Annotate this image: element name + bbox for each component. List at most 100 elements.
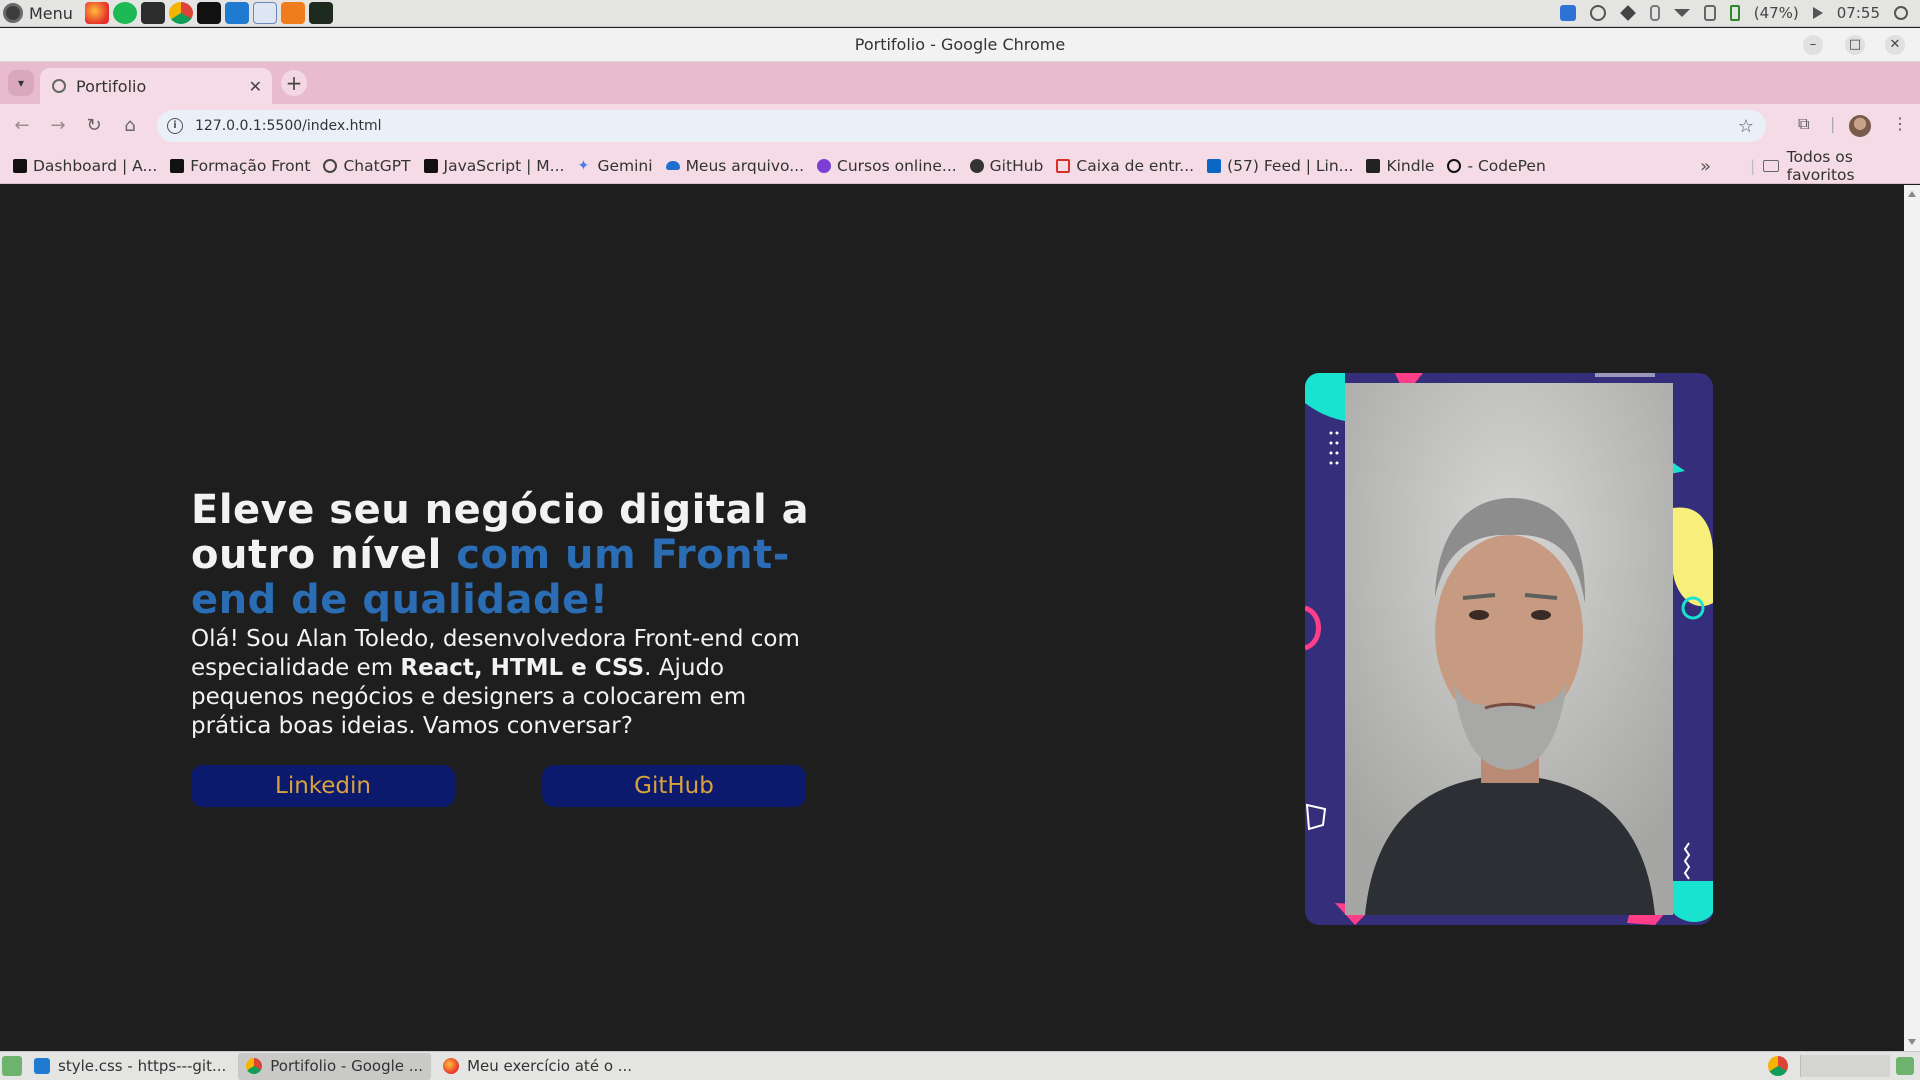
linkedin-icon <box>1207 158 1222 173</box>
workspace-switcher[interactable] <box>1800 1055 1890 1077</box>
bookmark-item[interactable]: Formação Front <box>170 157 310 175</box>
menu-label: Menu <box>29 3 73 23</box>
bookmark-label: JavaScript | M... <box>443 156 565 175</box>
hero-intro: Olá! Sou Alan Toledo, desenvolvedora Fro… <box>191 625 801 741</box>
clock[interactable]: 07:55 <box>1837 4 1880 22</box>
globe-icon <box>52 79 66 93</box>
portrait-illustration <box>1345 383 1673 915</box>
show-desktop-icon[interactable] <box>2 1056 22 1076</box>
all-bookmarks-label: Todos os favoritos <box>1786 148 1855 184</box>
power-icon[interactable] <box>1894 6 1908 20</box>
scroll-down-icon[interactable] <box>1908 1039 1916 1045</box>
spotify-icon[interactable] <box>112 2 137 24</box>
system-top-panel: Menu (47%) 07:55 <box>0 0 1920 27</box>
hero-headline: Eleve seu negócio digital a outro nível … <box>191 488 831 623</box>
bluetooth-icon[interactable] <box>1649 5 1660 21</box>
amazon-icon <box>13 158 27 173</box>
vscode-icon[interactable] <box>224 2 249 24</box>
profile-avatar[interactable] <box>1849 115 1871 137</box>
bookmarks-bar: Dashboard | A... Formação Front ChatGPT … <box>0 148 1920 184</box>
tab-portifolio[interactable]: Portifolio ✕ <box>40 68 272 104</box>
accessibility-icon[interactable] <box>1559 5 1576 21</box>
github-button[interactable]: GitHub <box>542 765 806 807</box>
gmail-icon <box>1056 158 1071 173</box>
scroll-up-icon[interactable] <box>1908 191 1916 197</box>
more-bookmarks-icon[interactable]: » <box>1700 156 1711 177</box>
codepen-icon <box>1447 158 1462 173</box>
bookmark-star-icon[interactable]: ☆ <box>1738 116 1754 137</box>
bookmark-label: Cursos online... <box>837 156 957 175</box>
teal-bottom-shape <box>1673 881 1713 922</box>
url-text[interactable]: 127.0.0.1:5500/index.html <box>195 118 382 134</box>
lightbulb-icon[interactable] <box>1589 5 1606 21</box>
linkedin-button[interactable]: Linkedin <box>191 765 455 807</box>
battery-icon[interactable] <box>1729 5 1740 21</box>
window-title: Portifolio - Google Chrome <box>854 35 1066 54</box>
tray-chrome-icon[interactable] <box>1768 1056 1788 1076</box>
notification-icon[interactable] <box>1896 1057 1914 1075</box>
address-bar[interactable]: i 127.0.0.1:5500/index.html ☆ <box>157 110 1766 142</box>
bookmark-item[interactable]: ✦ Gemini <box>577 157 652 175</box>
home-button[interactable]: ⌂ <box>118 114 142 138</box>
volume-icon[interactable] <box>1812 7 1823 19</box>
dropbox-icon[interactable] <box>1619 5 1636 21</box>
bookmark-item[interactable]: Kindle <box>1366 157 1434 175</box>
update-icon[interactable] <box>1703 5 1716 21</box>
bookmark-label: (57) Feed | Lin... <box>1227 156 1354 175</box>
chrome-icon[interactable] <box>168 2 193 24</box>
bookmark-item[interactable]: Cursos online... <box>817 157 957 175</box>
menu-button[interactable]: Menu <box>0 3 73 23</box>
mint-logo-icon <box>3 3 23 23</box>
taskbar-item-chrome[interactable]: Portifolio - Google ... <box>238 1052 432 1080</box>
bookmark-item[interactable]: JavaScript | M... <box>423 156 565 175</box>
wifi-icon[interactable] <box>1673 9 1690 17</box>
bookmark-label: Dashboard | A... <box>33 156 158 175</box>
close-tab-icon[interactable]: ✕ <box>249 77 262 96</box>
bookmark-label: Gemini <box>597 156 653 175</box>
bookmark-item[interactable]: GitHub <box>969 157 1043 175</box>
taskbar-item-vscode[interactable]: style.css - https---git... <box>26 1053 234 1080</box>
reload-button[interactable]: ↻ <box>82 114 106 138</box>
site-info-icon[interactable]: i <box>167 118 183 134</box>
bookmark-label: ChatGPT <box>343 156 411 175</box>
taskbar-label: Portifolio - Google ... <box>270 1057 424 1075</box>
gemini-icon: ✦ <box>577 157 590 174</box>
firefox-icon[interactable] <box>84 2 109 24</box>
pycharm-icon[interactable] <box>308 2 333 24</box>
onedrive-icon <box>665 161 680 170</box>
white-cube-shape <box>1305 803 1327 831</box>
taskbar-label: style.css - https---git... <box>58 1057 227 1075</box>
bookmark-item[interactable]: ChatGPT <box>323 156 411 175</box>
webstorm-icon[interactable] <box>196 2 221 24</box>
bookmark-item[interactable]: Caixa de entr... <box>1056 157 1194 175</box>
page-scrollbar[interactable] <box>1904 185 1920 1051</box>
bookmark-item[interactable]: (57) Feed | Lin... <box>1207 157 1353 175</box>
intro-bold: React, HTML e CSS <box>400 655 645 681</box>
bookmark-item[interactable]: Meus arquivo... <box>665 156 805 175</box>
new-tab-button[interactable]: + <box>281 70 307 96</box>
system-tray: (47%) 07:55 <box>1559 4 1920 22</box>
extensions-icon[interactable]: ⧉ <box>1798 114 1809 134</box>
system-taskbar: style.css - https---git... Portifolio - … <box>0 1051 1920 1080</box>
amazon-icon <box>170 158 185 173</box>
back-button[interactable]: ← <box>10 114 34 138</box>
bookmark-label: Meus arquivo... <box>685 156 805 175</box>
maximize-button[interactable]: □ <box>1845 35 1865 55</box>
text-editor-icon[interactable] <box>252 2 277 24</box>
bookmark-item[interactable]: Dashboard | A... <box>13 157 157 175</box>
tab-label: Portifolio <box>76 76 147 96</box>
pink-arc-shape <box>1305 605 1321 651</box>
all-bookmarks-button[interactable]: | Todos os favoritos <box>1750 148 1920 184</box>
taskbar-item-firefox[interactable]: Meu exercício até o ... <box>435 1053 640 1080</box>
tab-search-button[interactable]: ▾ <box>8 70 34 96</box>
terminal-icon[interactable] <box>140 2 165 24</box>
sublime-icon[interactable] <box>280 2 305 24</box>
teal-corner-shape <box>1305 373 1345 421</box>
minimize-button[interactable]: – <box>1803 35 1823 55</box>
bookmark-item[interactable]: - CodePen <box>1447 157 1546 175</box>
more-menu-icon[interactable]: ⋮ <box>1892 114 1908 133</box>
launcher <box>84 2 333 24</box>
bookmark-label: Formação Front <box>190 156 311 175</box>
forward-button[interactable]: → <box>46 114 70 138</box>
close-window-button[interactable]: ✕ <box>1885 35 1905 55</box>
